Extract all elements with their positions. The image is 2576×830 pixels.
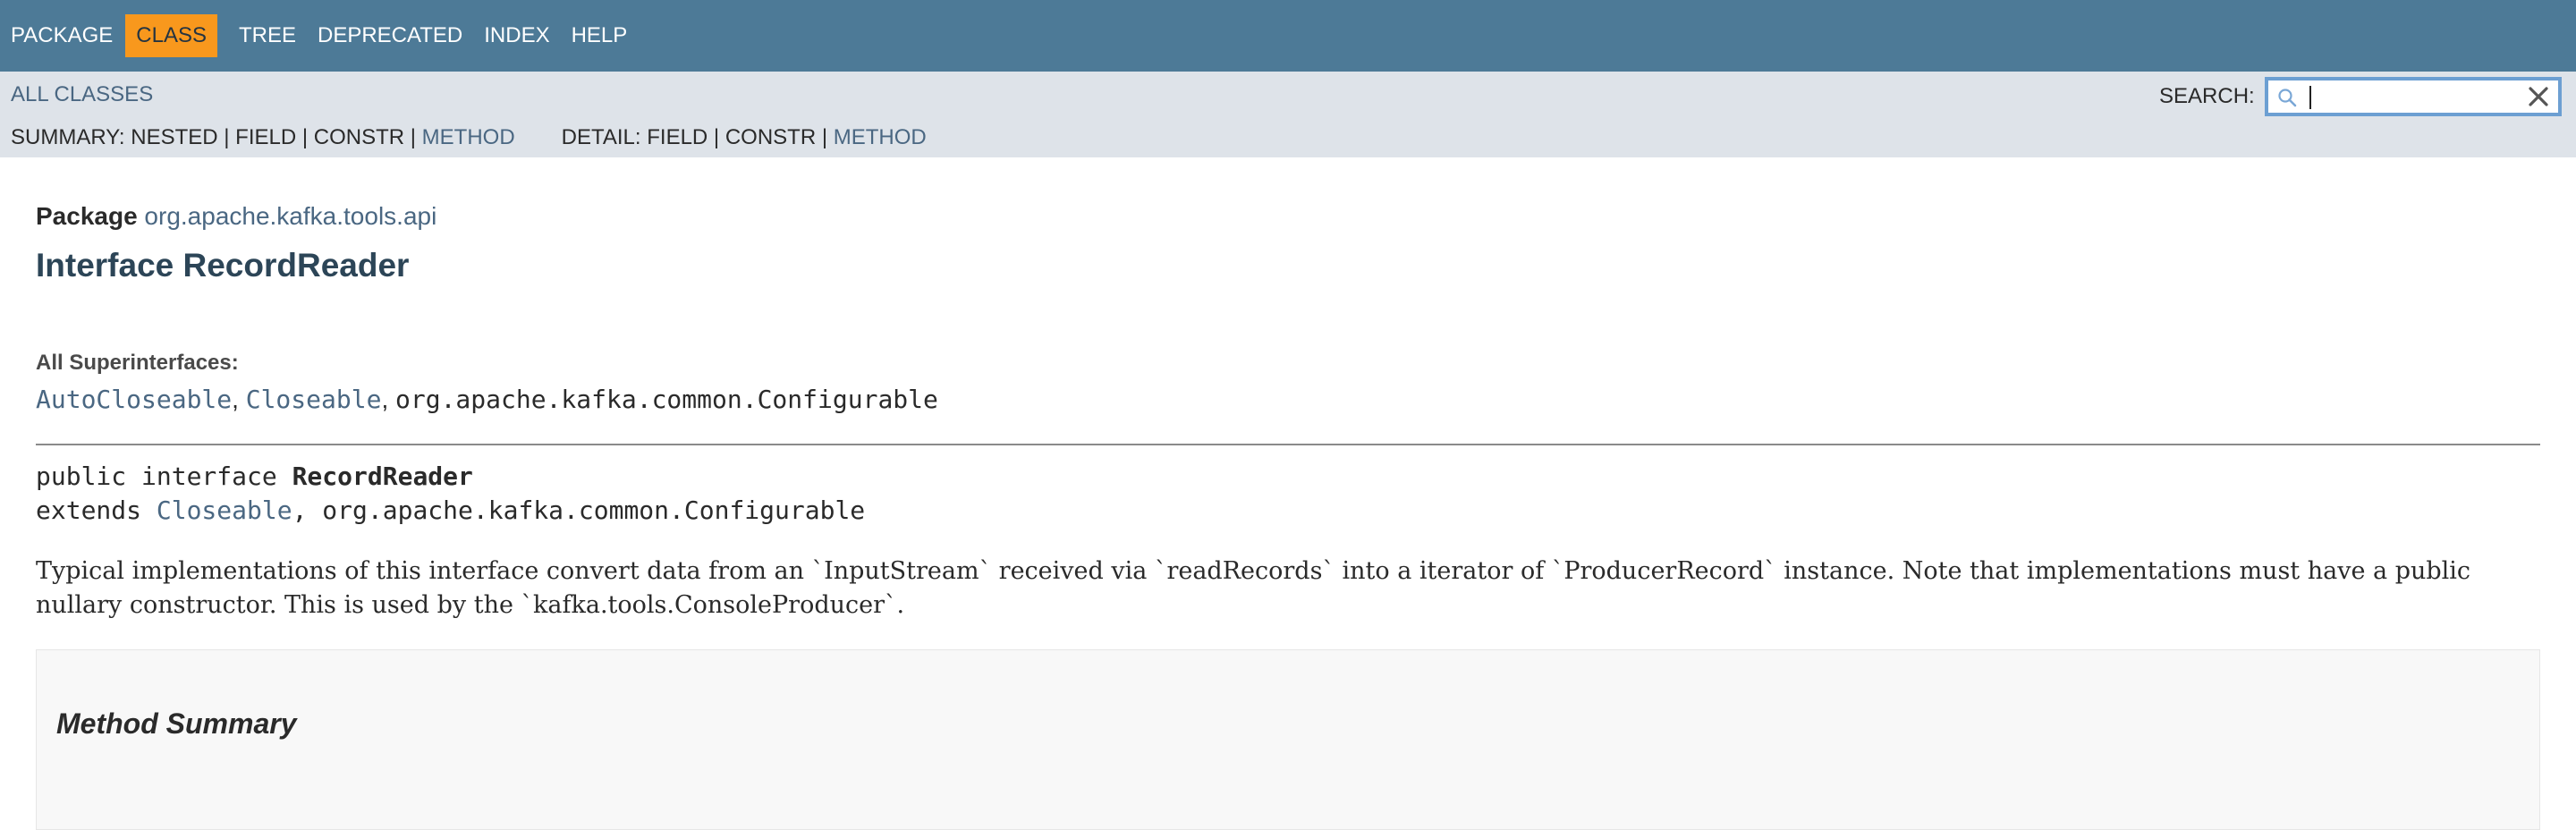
page-title: Interface RecordReader — [36, 247, 410, 284]
nav-index[interactable]: INDEX — [484, 25, 549, 47]
search-box[interactable] — [2265, 77, 2562, 116]
detail-method-link[interactable]: METHOD — [834, 125, 927, 149]
extends-keyword: extends — [36, 495, 157, 525]
nav-deprecated[interactable]: DEPRECATED — [318, 25, 462, 47]
method-summary-section: Method Summary — [36, 649, 2540, 830]
declaration-prefix: public interface — [36, 462, 292, 491]
nav-tree[interactable]: TREE — [239, 25, 296, 47]
declaration-extends: extends Closeable, org.apache.kafka.comm… — [36, 495, 865, 525]
superinterfaces-label: All Superinterfaces: — [36, 351, 239, 375]
summary-detail-nav: SUMMARY: NESTED | FIELD | CONSTR | METHO… — [11, 125, 927, 150]
detail-prefix: DETAIL: FIELD | CONSTR | — [561, 125, 834, 149]
package-link[interactable]: org.apache.kafka.tools.api — [144, 202, 436, 230]
package-line: Package org.apache.kafka.tools.api — [36, 202, 436, 231]
interface-description: Typical implementations of this interfac… — [36, 557, 2471, 619]
clear-search-icon[interactable] — [2526, 84, 2551, 109]
divider — [36, 444, 2540, 445]
nav-package[interactable]: PACKAGE — [11, 25, 113, 47]
superinterface-closeable-link[interactable]: Closeable — [246, 385, 382, 414]
superinterface-configurable: org.apache.kafka.common.Configurable — [395, 385, 938, 414]
search-icon — [2278, 89, 2297, 107]
nav-class[interactable]: CLASS — [125, 14, 217, 57]
superinterface-autocloseable-link[interactable]: AutoCloseable — [36, 385, 232, 414]
extends-closeable-link[interactable]: Closeable — [157, 495, 292, 525]
declaration-signature: public interface RecordReader — [36, 462, 473, 491]
nav-list: PACKAGE CLASS TREE DEPRECATED INDEX HELP — [0, 0, 648, 72]
extends-rest: , org.apache.kafka.common.Configurable — [292, 495, 866, 525]
package-label: Package — [36, 202, 138, 230]
summary-prefix: SUMMARY: NESTED | FIELD | CONSTR | — [11, 125, 422, 149]
superinterfaces-list: AutoCloseable, Closeable, org.apache.kaf… — [36, 385, 938, 414]
summary-method-link[interactable]: METHOD — [422, 125, 515, 149]
nav-help[interactable]: HELP — [572, 25, 628, 47]
all-classes-link[interactable]: ALL CLASSES — [11, 82, 153, 107]
search-input[interactable] — [2309, 80, 2515, 113]
method-summary-heading: Method Summary — [56, 707, 297, 740]
top-navigation-bar: PACKAGE CLASS TREE DEPRECATED INDEX HELP — [0, 0, 2576, 72]
declaration-name: RecordReader — [292, 462, 473, 491]
search-label: SEARCH: — [2159, 84, 2255, 108]
